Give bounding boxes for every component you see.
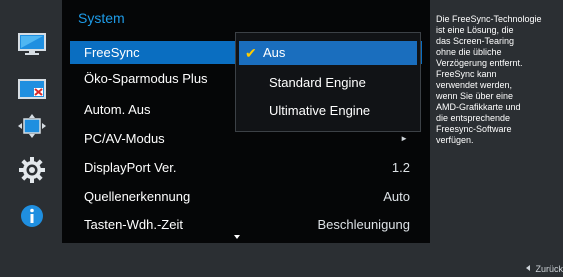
back-arrow-icon xyxy=(526,265,531,271)
picture-icon[interactable] xyxy=(18,78,46,102)
dropdown-option-label: Aus xyxy=(263,45,286,60)
gear-icon[interactable] xyxy=(18,156,46,183)
menu-item-label: Öko-Sparmodus Plus xyxy=(84,71,208,86)
back-label: Zurück xyxy=(535,264,563,274)
menu-item-label: Quellenerkennung xyxy=(84,189,191,204)
sidebar xyxy=(0,0,62,243)
dropdown-option-ultimate-engine[interactable]: Ultimative Engine xyxy=(239,99,417,123)
menu-item-value: Auto xyxy=(383,189,410,204)
checkmark-icon: ✔ xyxy=(245,45,257,61)
menu-item-displayport-version[interactable]: DisplayPort Ver. 1.2 xyxy=(70,156,422,179)
menu-item-label: Autom. Aus xyxy=(84,102,151,117)
menu-item-value: Beschleunigung xyxy=(317,217,410,232)
menu-item-label: Tasten-Wdh.-Zeit xyxy=(84,217,183,232)
menu-title: System xyxy=(78,10,125,26)
menu-item-source-detection[interactable]: Quellenerkennung Auto xyxy=(70,185,422,208)
menu-item-key-repeat-time[interactable]: Tasten-Wdh.-Zeit Beschleunigung xyxy=(70,213,422,236)
dropdown-option-label: Ultimative Engine xyxy=(269,103,371,118)
freesync-dropdown: ✔ Aus Standard Engine Ultimative Engine xyxy=(235,32,421,132)
monitor-icon[interactable] xyxy=(18,32,46,56)
dropdown-option-off[interactable]: ✔ Aus xyxy=(239,41,417,65)
help-panel: Die FreeSync-Technologie ist eine Lösung… xyxy=(430,0,563,243)
menu-item-label: DisplayPort Ver. xyxy=(84,160,177,175)
dropdown-option-standard-engine[interactable]: Standard Engine xyxy=(239,71,417,95)
move-icon[interactable] xyxy=(18,114,46,138)
help-text: Die FreeSync-Technologie ist eine Lösung… xyxy=(436,14,542,145)
back-button[interactable]: Zurück xyxy=(526,264,563,274)
bottom-bar: Zurück xyxy=(0,243,563,277)
dropdown-option-label: Standard Engine xyxy=(269,75,366,90)
scroll-down-icon[interactable] xyxy=(234,235,240,239)
menu-item-label: PC/AV-Modus xyxy=(84,131,165,146)
menu-item-label: FreeSync xyxy=(84,45,140,60)
menu-item-value: 1.2 xyxy=(391,160,410,175)
info-icon[interactable] xyxy=(18,203,46,227)
